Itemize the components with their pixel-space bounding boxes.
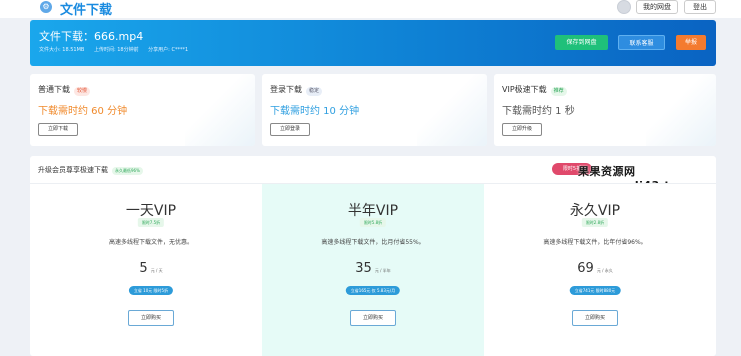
my-netdisk-button[interactable]: 我的网盘 — [636, 0, 678, 14]
plan-price: 69 元 / 永久 — [484, 261, 706, 276]
price-unit: 元 / 永久 — [596, 268, 613, 273]
normal-download-card: 普通下载 较慢 下载需时约 60 分钟 立即下载 — [30, 74, 255, 146]
buy-now-button[interactable]: 立即购买 — [572, 310, 618, 326]
discount-tag: 永久最低96% — [112, 167, 143, 175]
vip-upgrade-panel: 升级会员尊享极速下载永久最低96% 限时5折 果果资源网www.ggdj43.t… — [30, 156, 716, 356]
logout-button[interactable]: 登出 — [684, 0, 716, 14]
plan-tag: 限时5.8折 — [359, 218, 387, 227]
file-size: 文件大小: 18.51MB — [39, 47, 85, 53]
plan-savings: 立省741元 限时880元 — [569, 286, 621, 295]
plan-tag: 限时7.5折 — [137, 218, 165, 227]
plan-description: 高速多线程下载文件，比月付省55%。 — [321, 239, 425, 246]
plan-tag: 限时2.8折 — [581, 218, 609, 227]
plan-half-year: 半年VIP 限时5.8折 高速多线程下载文件，比月付省55%。 35 元 / 半年… — [262, 184, 484, 356]
top-bar: ⚙ 文件下载 我的网盘 登出 — [0, 0, 741, 18]
share-user: 分享用户: C****1 — [148, 47, 189, 53]
panel-title: 升级会员尊享极速下载 永久最低96% — [38, 165, 143, 175]
price-unit: 元 / 天 — [150, 268, 163, 273]
vip-download-card: VIP极速下载 推荐 下载需时约 1 秒 立即升级 — [494, 74, 716, 146]
download-time: 下载需时约 10 分钟 — [270, 106, 360, 117]
speed-tag: 推荐 — [550, 87, 567, 96]
contact-support-button[interactable]: 联系客服 — [618, 35, 665, 50]
plan-one-day: 一天VIP 限时7.5折 高速多线程下载文件，无优惠。 5元 / 天 立省 10… — [40, 184, 262, 356]
report-button[interactable]: 举报 — [676, 35, 706, 50]
plan-name: 半年VIP — [347, 203, 399, 219]
price-value: 69 — [577, 261, 594, 276]
plan-savings: 立省 10元 限时5折 — [128, 286, 174, 295]
card-title-label: VIP极速下载 — [502, 85, 547, 94]
speed-tag: 较慢 — [74, 87, 91, 96]
card-title: 普通下载 较慢 — [38, 84, 91, 96]
card-decoration — [417, 74, 487, 146]
file-meta: 文件大小: 18.51MB 上传时间: 18分钟前 分享用户: C****1 — [39, 46, 196, 53]
upload-time: 上传时间: 18分钟前 — [93, 47, 139, 53]
panel-title-label: 升级会员尊享极速下载 — [38, 166, 108, 174]
page-title: 文件下载 — [60, 3, 113, 18]
card-title-label: 普通下载 — [38, 85, 70, 94]
user-avatar[interactable] — [617, 0, 631, 14]
file-title: 文件下载：666.mp4 — [39, 30, 144, 43]
card-decoration — [646, 74, 716, 146]
card-decoration — [185, 74, 255, 146]
card-title-label: 登录下载 — [270, 85, 302, 94]
file-banner: 文件下载：666.mp4 文件大小: 18.51MB 上传时间: 18分钟前 分… — [30, 20, 716, 66]
plan-savings: 立省165元 仅 5.83元/月 — [345, 286, 401, 295]
plan-name: 一天VIP — [125, 203, 177, 219]
download-time: 下载需时约 60 分钟 — [38, 106, 128, 117]
buy-now-button[interactable]: 立即购买 — [128, 310, 174, 326]
plan-lifetime: 永久VIP 限时2.8折 高速多线程下载文件，比年付省96%。 69 元 / 永久… — [484, 184, 706, 356]
price-unit: 元 / 半年 — [374, 268, 391, 273]
speed-tag: 稳定 — [306, 87, 323, 96]
download-now-button[interactable]: 立即下载 — [38, 123, 78, 136]
plan-description: 高速多线程下载文件，无优惠。 — [108, 239, 193, 246]
plan-price: 5元 / 天 — [40, 261, 262, 276]
card-title: VIP极速下载 推荐 — [502, 84, 567, 96]
download-time: 下载需时约 1 秒 — [502, 106, 575, 117]
save-to-netdisk-button[interactable]: 保存到网盘 — [555, 35, 608, 50]
buy-now-button[interactable]: 立即购买 — [350, 310, 396, 326]
price-value: 5 — [139, 261, 148, 276]
plan-price: 35 元 / 半年 — [262, 261, 484, 276]
price-value: 35 — [355, 261, 372, 276]
login-download-card: 登录下载 稳定 下载需时约 10 分钟 立即登录 — [262, 74, 487, 146]
card-title: 登录下载 稳定 — [270, 84, 323, 96]
plan-description: 高速多线程下载文件，比年付省96%。 — [543, 239, 647, 246]
gear-icon: ⚙ — [40, 1, 52, 13]
upgrade-now-button[interactable]: 立即升级 — [502, 123, 542, 136]
login-now-button[interactable]: 立即登录 — [270, 123, 310, 136]
plan-name: 永久VIP — [569, 203, 621, 219]
